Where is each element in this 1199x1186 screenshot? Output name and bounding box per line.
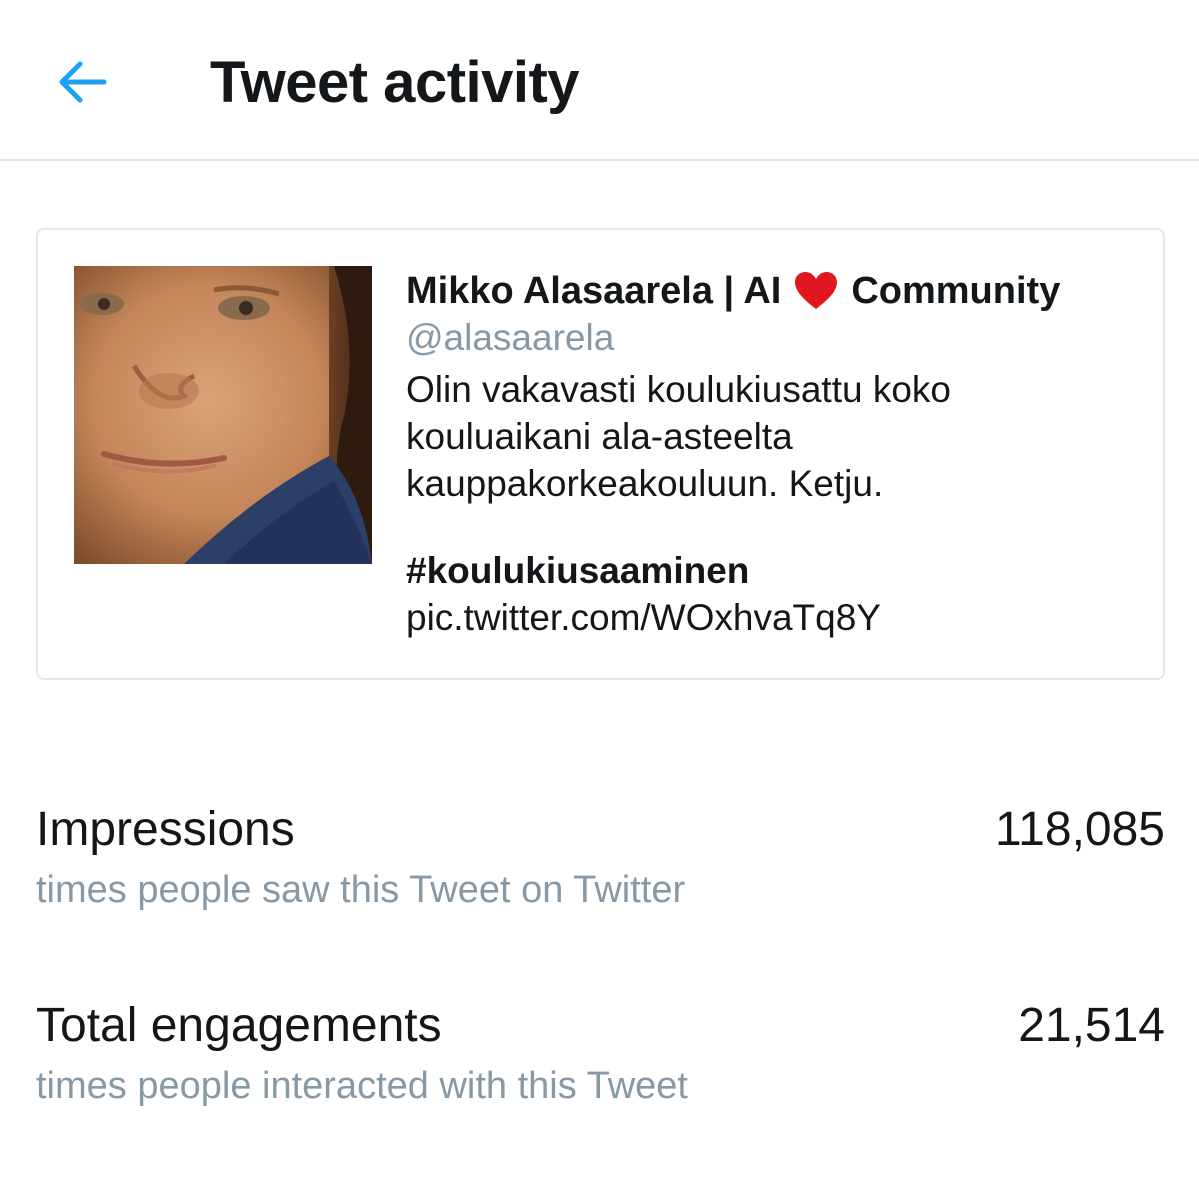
tweet-body: Olin vakavasti koulukiusattu koko koulua… (406, 366, 1146, 507)
author-handle[interactable]: @alasaarela (406, 314, 1146, 362)
tweet-body-line: kauppakorkeakouluun. Ketju. (406, 463, 884, 504)
metric-label: Impressions (36, 803, 295, 856)
author-name-part1: Mikko Alasaarela | AI (406, 270, 782, 312)
arrow-left-icon (59, 61, 107, 103)
author-name-part2: Community (851, 270, 1061, 312)
metric-value: 118,085 (995, 803, 1165, 856)
pic-link[interactable]: pic.twitter.com/WOxhvaTq8Y (406, 594, 1146, 641)
metric-impressions: Impressions 118,085 times people saw thi… (36, 800, 1165, 914)
header-divider (0, 159, 1199, 161)
tweet-body-line: Olin vakavasti koulukiusattu koko (406, 369, 951, 410)
tweet-body-line: kouluaikani ala-asteelta (406, 416, 793, 457)
tweet-content: Mikko Alasaarela | AI Community @alasaar… (406, 268, 1146, 641)
hashtag-link[interactable]: #koulukiusaaminen (406, 547, 1146, 594)
app-header: Tweet activity (0, 0, 1199, 160)
page-title: Tweet activity (210, 50, 580, 115)
metric-total-engagements: Total engagements 21,514 times people in… (36, 996, 1165, 1110)
author-name[interactable]: Mikko Alasaarela | AI Community (406, 268, 1146, 314)
tweet-card[interactable]: Mikko Alasaarela | AI Community @alasaar… (36, 228, 1165, 680)
metric-description: times people saw this Tweet on Twitter (36, 869, 686, 911)
metric-label: Total engagements (36, 999, 442, 1052)
tweet-author-photo[interactable] (74, 266, 372, 564)
back-button[interactable] (52, 52, 112, 112)
portrait-photo (74, 266, 372, 564)
metric-description: times people interacted with this Tweet (36, 1065, 688, 1107)
red-heart-icon (795, 272, 838, 309)
metric-value: 21,514 (1018, 999, 1165, 1052)
